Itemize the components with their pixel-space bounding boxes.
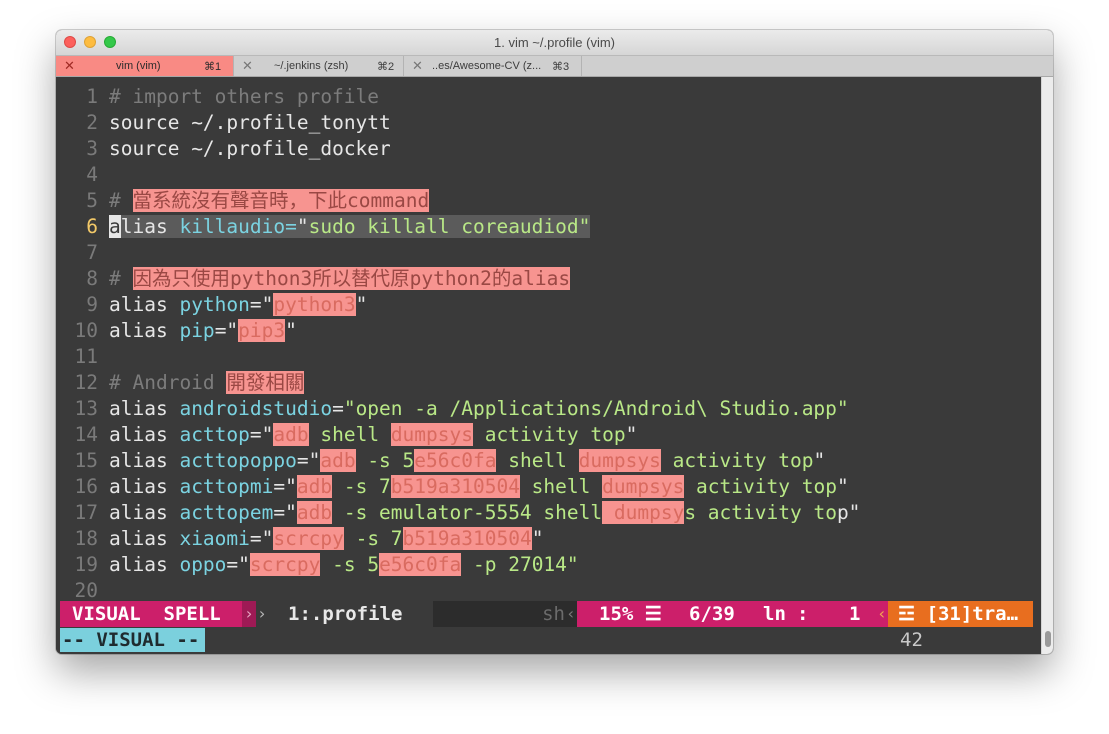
code-text: alias xiaomi="scrcpy -s 7b519a310504" — [109, 527, 544, 550]
status-line: VISUAL SPELL › › 1:.profile sh ‹ 15% ☰ 6… — [56, 601, 1041, 627]
code-text: alias androidstudio="open -a /Applicatio… — [109, 397, 849, 420]
tab-shortcut: ⌘3 — [552, 61, 570, 73]
tab-awesome-cv[interactable]: ✕ ..es/Awesome-CV (z... ⌘3 — [404, 56, 582, 76]
whitespace-warning: ☲ [31]tra… — [888, 601, 1033, 627]
separator-icon: ‹ — [565, 601, 577, 627]
code-text: # import others profile — [109, 85, 380, 108]
close-tab-icon[interactable]: ✕ — [64, 58, 75, 74]
tab-label: ~/.jenkins (zsh) — [274, 60, 349, 72]
line-number: 14 — [74, 423, 98, 446]
visual-mode-message: -- VISUAL -- — [60, 628, 205, 652]
line-number: 15 — [74, 449, 98, 472]
line-number: 8 — [86, 267, 98, 290]
code-text: alias acttopmi="adb -s 7b519a310504 shel… — [109, 475, 849, 498]
separator-icon: › — [242, 601, 256, 627]
colon-label: : — [797, 603, 809, 625]
code-text: # Android 開發相關 — [109, 371, 305, 394]
file-type-label: sh — [542, 603, 565, 625]
tab-label: ..es/Awesome-CV (z... — [432, 60, 542, 72]
code-text: alias acttopem="adb -s emulator-5554 she… — [109, 501, 861, 524]
tab-label: vim (vim) — [116, 60, 161, 72]
line-number: 7 — [86, 241, 98, 264]
line-number: 13 — [74, 397, 98, 420]
file-name: 1:.profile — [268, 601, 433, 627]
warning-text: [31]tra… — [926, 603, 1019, 625]
close-tab-icon[interactable]: ✕ — [412, 58, 423, 74]
warning-icon: ☲ — [898, 603, 916, 625]
scrollbar[interactable] — [1041, 77, 1053, 654]
separator-icon: ‹ — [876, 601, 888, 627]
tab-bar: ✕ vim (vim) ⌘1 ✕ ~/.jenkins (zsh) ⌘2 ✕ .… — [56, 55, 1053, 77]
line-number: 2 — [86, 111, 98, 134]
line-number: 5 — [86, 189, 98, 212]
command-line[interactable]: -- VISUAL -- 42 — [56, 627, 1041, 654]
scrollbar-thumb[interactable] — [1045, 631, 1051, 647]
column-number: 1 — [849, 603, 861, 625]
code-text: # 當系統沒有聲音時，下此command — [109, 189, 430, 212]
tab-shortcut: ⌘1 — [204, 61, 222, 73]
line-number: 11 — [74, 345, 98, 368]
code-text: # 因為只使用python3所以替代原python2的alias — [109, 267, 571, 290]
editor-buffer[interactable]: 1 # import others profile 2 source ~/.profi… — [56, 77, 1041, 602]
tab-shortcut: ⌘2 — [377, 61, 395, 73]
line-number: 17 — [74, 501, 98, 524]
code-text: alias killaudio="sudo killall coreaudiod… — [109, 215, 591, 238]
separator-icon: › — [256, 601, 268, 627]
line-position: 6/39 — [689, 603, 735, 625]
spell-indicator: SPELL — [163, 603, 221, 625]
line-number: 1 — [86, 85, 98, 108]
line-number: 9 — [86, 293, 98, 316]
code-text: source ~/.profile_tonytt — [109, 111, 391, 134]
terminal-window: 1. vim ~/.profile (vim) ✕ vim (vim) ⌘1 ✕… — [56, 30, 1053, 654]
line-number: 3 — [86, 137, 98, 160]
line-number: 4 — [86, 163, 98, 186]
mode-label: VISUAL — [72, 603, 141, 625]
scroll-percent: 15% ☰ — [577, 601, 679, 627]
line-number: 10 — [74, 319, 98, 342]
ln-label: ln — [763, 603, 786, 625]
selection-count: 42 — [900, 629, 923, 651]
percent-value: 15% — [599, 603, 634, 625]
line-number: 19 — [74, 553, 98, 576]
tab-jenkins[interactable]: ✕ ~/.jenkins (zsh) ⌘2 — [234, 56, 404, 76]
title-bar[interactable]: 1. vim ~/.profile (vim) — [56, 30, 1053, 55]
code-text: alias python="python3" — [109, 293, 368, 316]
percent-icon: ☰ — [644, 603, 662, 625]
code-text: alias pip="pip3" — [109, 319, 297, 342]
code-text: alias acttop="adb shell dumpsys activity… — [109, 423, 638, 446]
line-number: 18 — [74, 527, 98, 550]
tab-vim[interactable]: ✕ vim (vim) ⌘1 — [56, 56, 234, 76]
window-title: 1. vim ~/.profile (vim) — [494, 35, 615, 50]
mode-indicator: VISUAL SPELL — [60, 601, 242, 627]
file-type: sh — [433, 601, 573, 627]
line-number: 6 — [86, 215, 98, 238]
cursor-position: 6/39 ln : 1 — [679, 601, 889, 627]
code-text: alias acttopoppo="adb -s 5e56c0fa shell … — [109, 449, 826, 472]
close-tab-icon[interactable]: ✕ — [242, 58, 253, 74]
line-number: 12 — [74, 371, 98, 394]
line-number: 16 — [74, 475, 98, 498]
code-text: alias oppo="scrcpy -s 5e56c0fa -p 27014" — [109, 553, 579, 576]
code-text: source ~/.profile_docker — [109, 137, 391, 160]
